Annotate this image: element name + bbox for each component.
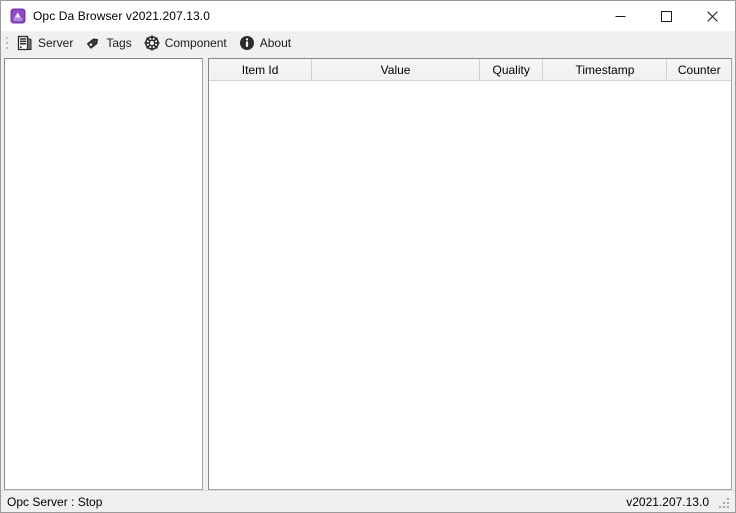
- server-tree-list[interactable]: [5, 59, 202, 489]
- toolbar-label-tags: Tags: [106, 36, 132, 50]
- close-button[interactable]: [689, 1, 735, 31]
- status-version-label: v2021.207.13.0: [626, 494, 709, 509]
- status-bar: Opc Server : Stop v2021.207.13.0: [1, 490, 735, 512]
- minimize-button[interactable]: [597, 1, 643, 31]
- column-header-item-id[interactable]: Item Id: [209, 59, 313, 80]
- toolbar-grip[interactable]: [3, 33, 11, 53]
- server-tree-panel[interactable]: [4, 58, 203, 490]
- items-grid-body[interactable]: [209, 81, 731, 489]
- toolbar-button-server[interactable]: Server: [13, 32, 81, 54]
- toolbar-button-about[interactable]: About: [235, 32, 299, 54]
- column-header-counter[interactable]: Counter: [667, 59, 731, 80]
- items-grid-header: Item Id Value Quality Timestamp Counter: [209, 59, 731, 81]
- info-circle-icon: [239, 35, 255, 51]
- window-title: Opc Da Browser v2021.207.13.0: [33, 9, 210, 23]
- column-header-timestamp[interactable]: Timestamp: [543, 59, 668, 80]
- server-icon: [17, 35, 33, 51]
- toolbar-button-tags[interactable]: Tags: [81, 32, 139, 54]
- toolbar-label-about: About: [259, 36, 292, 50]
- app-window: Opc Da Browser v2021.207.13.0 Server Tag…: [0, 0, 736, 513]
- tag-icon: [85, 35, 101, 51]
- title-bar: Opc Da Browser v2021.207.13.0: [1, 1, 735, 31]
- main-toolbar: Server Tags Component About: [1, 31, 735, 55]
- window-controls: [597, 1, 735, 31]
- column-header-value[interactable]: Value: [312, 59, 480, 80]
- opc-browser-icon: [10, 8, 26, 24]
- toolbar-button-component[interactable]: Component: [140, 32, 235, 54]
- component-gear-icon: [144, 35, 160, 51]
- maximize-button[interactable]: [643, 1, 689, 31]
- main-content: Item Id Value Quality Timestamp Counter: [1, 55, 735, 490]
- toolbar-label-component: Component: [164, 36, 227, 50]
- items-grid-panel: Item Id Value Quality Timestamp Counter: [208, 58, 732, 490]
- resize-grip[interactable]: [717, 496, 729, 508]
- column-header-quality[interactable]: Quality: [479, 59, 544, 80]
- toolbar-label-server: Server: [38, 36, 74, 50]
- status-badge-server-state: Opc Server : Stop: [7, 494, 103, 509]
